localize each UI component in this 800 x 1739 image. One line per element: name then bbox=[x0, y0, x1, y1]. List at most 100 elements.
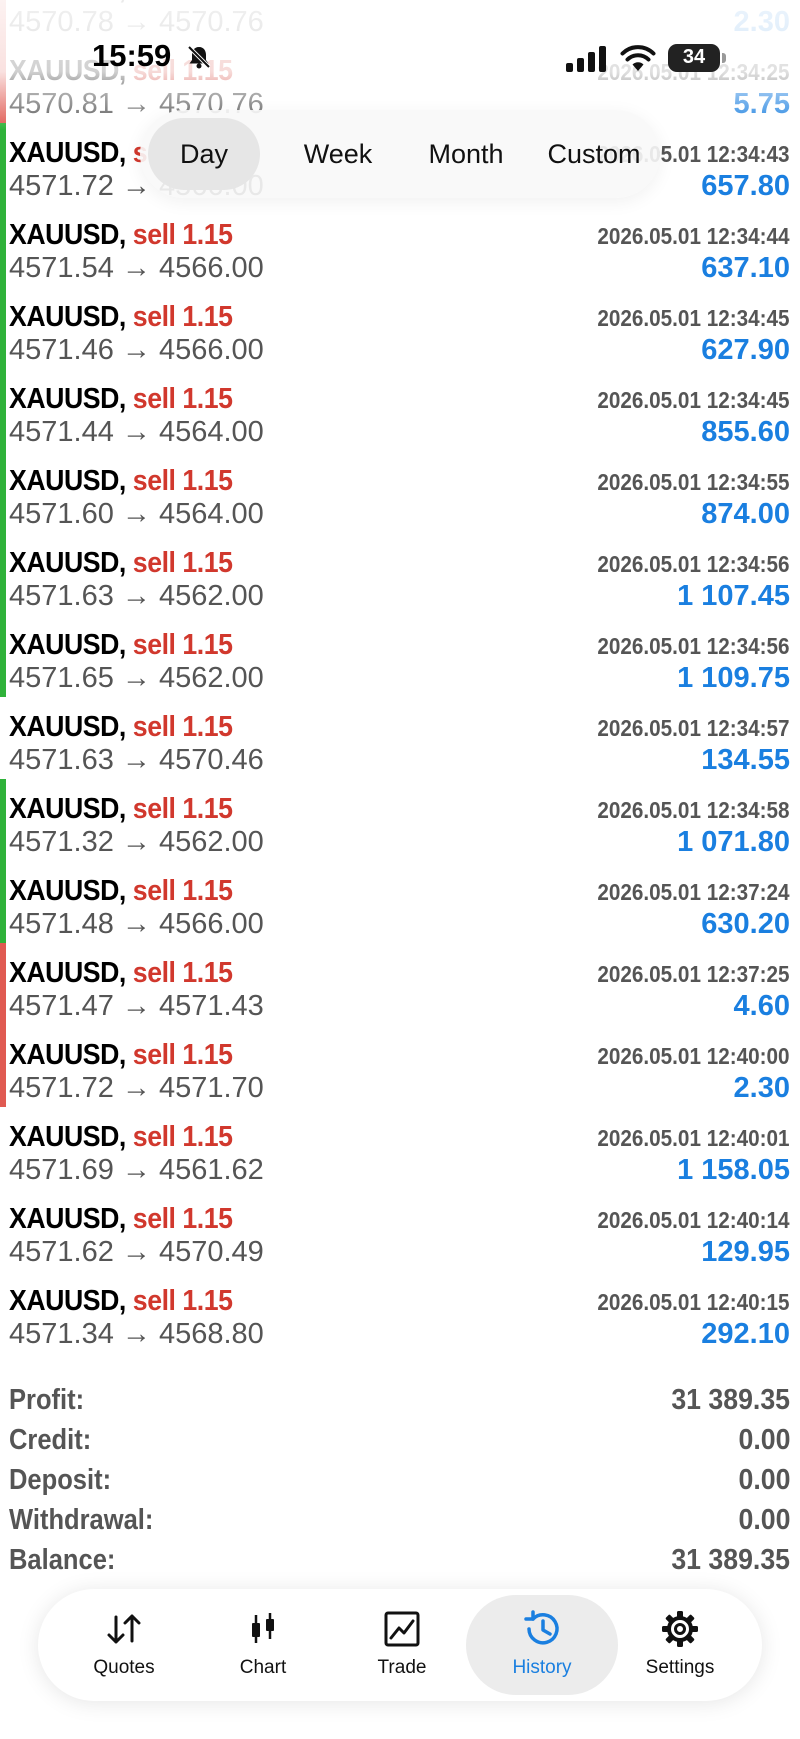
deal-close-price: 4562.00 bbox=[158, 580, 264, 612]
deal-title: XAUUSD, sell 1.15 bbox=[9, 301, 233, 334]
deal-title: XAUUSD, sell 1.15 bbox=[9, 219, 233, 252]
summary-row: Withdrawal: 0.00 bbox=[0, 1500, 800, 1540]
arrow-right-icon: → bbox=[121, 826, 151, 858]
period-tab-month[interactable]: Month bbox=[406, 118, 526, 190]
deal-symbol: XAUUSD, bbox=[9, 1285, 126, 1317]
deal-close-price: 4570.49 bbox=[158, 1236, 264, 1268]
deal-symbol: XAUUSD, bbox=[9, 137, 126, 169]
deal-row[interactable]: XAUUSD, sell 1.15 2026.05.01 12:34:44 4571… bbox=[0, 205, 800, 287]
deal-close-price: 4570.46 bbox=[158, 744, 264, 776]
deal-open-price: 4571.54 bbox=[9, 252, 114, 284]
period-tab-week[interactable]: Week bbox=[278, 118, 398, 190]
deal-row[interactable]: XAUUSD, sell 1.15 2026.05.01 12:37:25 4571… bbox=[0, 943, 800, 1025]
deal-symbol: XAUUSD, bbox=[9, 219, 126, 251]
arrow-right-icon: → bbox=[121, 908, 151, 940]
deal-symbol: XAUUSD, bbox=[9, 1121, 126, 1153]
battery-level: 34 bbox=[682, 46, 706, 68]
deal-symbol: XAUUSD, bbox=[9, 465, 126, 497]
cellular-signal-icon bbox=[566, 46, 606, 72]
deal-prices: 4571.47 → 4571.43 bbox=[9, 990, 264, 1023]
deal-symbol: XAUUSD, bbox=[9, 629, 126, 661]
period-tab-day[interactable]: Day bbox=[148, 118, 260, 190]
deal-row[interactable]: XAUUSD, sell 1.15 2026.05.01 12:34:56 4571… bbox=[0, 615, 800, 697]
deal-time: 2026.05.01 12:34:56 bbox=[597, 633, 790, 659]
deal-marker bbox=[0, 615, 6, 697]
deal-title: XAUUSD, sell 1.15 bbox=[9, 1203, 233, 1236]
history-clock-icon bbox=[524, 1610, 559, 1645]
deal-marker bbox=[0, 451, 6, 533]
deal-prices: 4571.69 → 4561.62 bbox=[9, 1154, 264, 1187]
deal-row[interactable]: XAUUSD, sell 1.15 2026.05.01 12:34:57 4571… bbox=[0, 697, 800, 779]
deal-row[interactable]: XAUUSD, sell 1.15 2026.05.01 12:34:55 4571… bbox=[0, 451, 800, 533]
deal-open-price: 4571.63 bbox=[9, 744, 114, 776]
deal-row[interactable]: XAUUSD, sell 1.15 2026.05.01 12:37:24 4571… bbox=[0, 861, 800, 943]
deal-close-price: 4561.62 bbox=[158, 1154, 264, 1186]
deal-title: XAUUSD, sell 1.15 bbox=[9, 629, 233, 662]
deal-symbol: XAUUSD, bbox=[9, 1203, 126, 1235]
tab-label: Settings bbox=[645, 1657, 715, 1678]
tab-trade[interactable]: Trade bbox=[326, 1595, 478, 1695]
summary-row: Credit: 0.00 bbox=[0, 1420, 800, 1460]
deal-time: 2026.05.01 12:37:24 bbox=[597, 879, 790, 905]
deal-side: sell 1.15 bbox=[132, 383, 233, 415]
deal-row[interactable]: XAUUSD, sell 1.15 2026.05.01 12:34:58 4571… bbox=[0, 779, 800, 861]
deal-prices: 4571.48 → 4566.00 bbox=[9, 908, 264, 941]
status-time: 15:59 bbox=[92, 38, 172, 73]
tab-label: Trade bbox=[377, 1657, 427, 1678]
arrow-right-icon: → bbox=[121, 252, 151, 284]
deal-profit: 1 158.05 bbox=[677, 1154, 790, 1186]
deal-open-price: 4571.46 bbox=[9, 334, 114, 366]
gear-icon bbox=[662, 1611, 698, 1647]
deal-title: XAUUSD, sell 1.15 bbox=[9, 875, 233, 908]
summary-label: Balance: bbox=[9, 1544, 116, 1576]
deal-row[interactable]: XAUUSD, sell 1.15 2026.05.01 12:40:15 4571… bbox=[0, 1271, 800, 1353]
deal-symbol: XAUUSD, bbox=[9, 875, 126, 907]
deal-row[interactable]: XAUUSD, sell 1.15 2026.05.01 12:34:45 4571… bbox=[0, 287, 800, 369]
tab-quotes[interactable]: Quotes bbox=[48, 1595, 200, 1695]
arrow-right-icon: → bbox=[121, 580, 151, 612]
deal-time: 2026.05.01 12:40:14 bbox=[597, 1207, 790, 1233]
quotes-arrows-icon bbox=[107, 1614, 141, 1644]
arrow-right-icon: → bbox=[121, 1072, 151, 1104]
deal-row[interactable]: XAUUSD, sell 1.15 2026.05.01 12:40:00 4571… bbox=[0, 1025, 800, 1107]
deal-marker bbox=[0, 697, 6, 779]
deal-marker bbox=[0, 369, 6, 451]
deal-title: XAUUSD, sell 1.15 bbox=[9, 1285, 233, 1318]
deal-close-price: 4562.00 bbox=[158, 662, 264, 694]
deal-title: XAUUSD, sell 1.15 bbox=[9, 547, 233, 580]
deal-prices: 4571.34 → 4568.80 bbox=[9, 1318, 264, 1351]
deal-time: 2026.05.01 12:34:58 bbox=[597, 797, 790, 823]
deal-open-price: 4571.63 bbox=[9, 580, 114, 612]
deal-symbol: XAUUSD, bbox=[9, 301, 126, 333]
tab-chart[interactable]: Chart bbox=[187, 1595, 339, 1695]
tab-settings[interactable]: Settings bbox=[604, 1595, 756, 1695]
deal-profit: 627.90 bbox=[701, 334, 790, 366]
deal-row[interactable]: XAUUSD, sell 1.15 2026.05.01 12:40:01 4571… bbox=[0, 1107, 800, 1189]
summary-label: Withdrawal: bbox=[9, 1504, 154, 1536]
deal-row[interactable]: XAUUSD, sell 1.15 2026.05.01 12:40:14 4571… bbox=[0, 1189, 800, 1271]
deal-close-price: 4566.00 bbox=[158, 252, 264, 284]
deal-marker bbox=[0, 287, 6, 369]
deal-time: 2026.05.01 12:34:44 bbox=[597, 223, 790, 249]
wifi-icon bbox=[620, 45, 656, 71]
arrow-right-icon: → bbox=[121, 334, 151, 366]
deal-profit: 4.60 bbox=[733, 990, 790, 1022]
deal-row[interactable]: XAUUSD, sell 1.15 2026.05.01 12:34:56 4571… bbox=[0, 533, 800, 615]
deal-marker bbox=[0, 533, 6, 615]
deal-profit: 1 071.80 bbox=[677, 826, 790, 858]
summary-label: Credit: bbox=[9, 1424, 92, 1456]
deal-row[interactable]: XAUUSD, sell 1.15 2026.05.01 12:34:45 4571… bbox=[0, 369, 800, 451]
deal-close-price: 4568.80 bbox=[158, 1318, 264, 1350]
tab-history[interactable]: History bbox=[466, 1595, 618, 1695]
tab-label: Chart bbox=[239, 1657, 287, 1678]
deal-side: sell 1.15 bbox=[132, 301, 233, 333]
arrow-right-icon: → bbox=[121, 498, 151, 530]
deal-title: XAUUSD, sell 1.15 bbox=[9, 383, 233, 416]
deal-title: XAUUSD, sell 1.15 bbox=[9, 1121, 233, 1154]
arrow-right-icon: → bbox=[121, 990, 151, 1022]
deal-prices: 4571.72 → 4571.70 bbox=[9, 1072, 264, 1105]
deal-prices: 4571.63 → 4562.00 bbox=[9, 580, 264, 613]
deal-marker bbox=[0, 1025, 6, 1107]
period-tab-custom[interactable]: Custom bbox=[534, 118, 654, 190]
deal-symbol: XAUUSD, bbox=[9, 547, 126, 579]
